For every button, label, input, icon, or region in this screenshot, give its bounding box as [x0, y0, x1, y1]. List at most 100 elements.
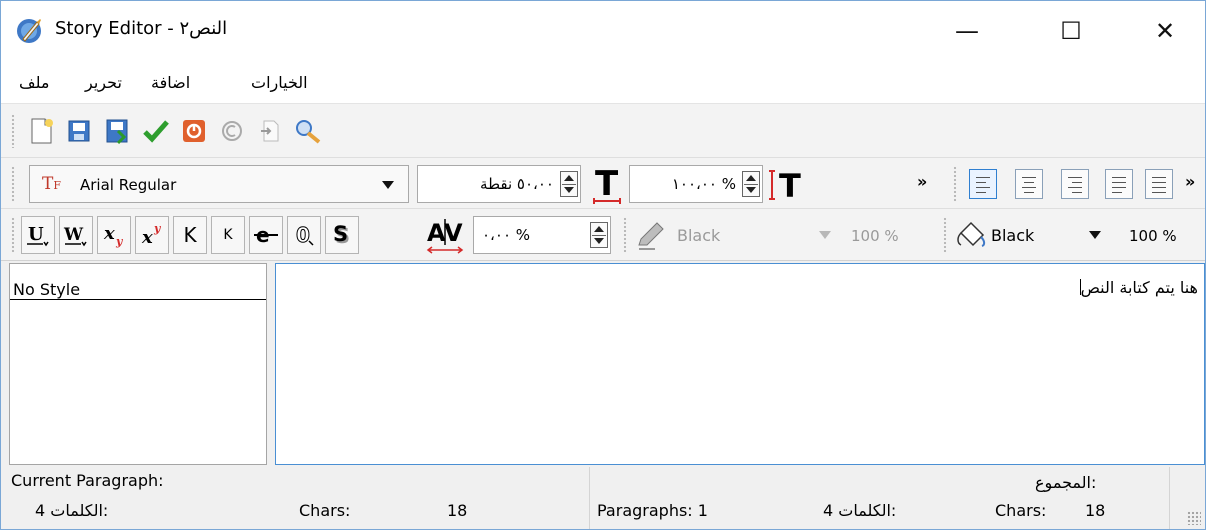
- main-toolbar: [1, 103, 1205, 157]
- story-editor-window: Story Editor - النص٢ — ☐ ✕ ملف تحرير اضا…: [0, 0, 1206, 530]
- tracking-spinner[interactable]: [590, 222, 608, 248]
- status-bar: Current Paragraph: 4 الكلمات: Chars: 18 …: [1, 467, 1205, 529]
- total-words-count: 4 الكلمات:: [823, 501, 897, 520]
- toolbar-overflow-button[interactable]: »: [917, 172, 927, 191]
- stroke-opacity-value[interactable]: 100 %: [1129, 227, 1177, 245]
- align-left-button[interactable]: [969, 169, 997, 199]
- vertical-scale-icon: T: [769, 167, 801, 205]
- font-type-icon: TF: [42, 174, 61, 194]
- save-icon[interactable]: [101, 114, 135, 148]
- horizontal-scale-value: ١٠٠،٠٠ %: [671, 175, 736, 193]
- fill-color-select[interactable]: Black: [635, 216, 845, 254]
- status-divider: [1169, 467, 1170, 529]
- style-list-panel[interactable]: No Style: [9, 263, 267, 465]
- total-paragraphs: Paragraphs: 1: [597, 501, 708, 520]
- toolbar-grip[interactable]: [11, 114, 15, 148]
- menu-options[interactable]: الخيارات: [251, 73, 308, 92]
- underline-button[interactable]: U: [21, 216, 55, 254]
- svg-text:S: S: [333, 222, 348, 246]
- svg-text:x: x: [103, 223, 115, 244]
- toolbar-grip[interactable]: [953, 166, 957, 202]
- current-chars-label: Chars:: [299, 501, 351, 520]
- total-label: المجموع:: [1035, 473, 1097, 492]
- current-words-count: 4 الكلمات:: [35, 501, 109, 520]
- shadow-button[interactable]: SS: [325, 216, 359, 254]
- align-full-justify-button[interactable]: [1145, 169, 1173, 199]
- font-size-value: ٥٠،٠٠ نقطة: [480, 175, 554, 193]
- align-right-button[interactable]: [1061, 169, 1089, 199]
- menu-edit[interactable]: تحرير: [85, 73, 122, 92]
- chevron-down-icon: [382, 181, 394, 189]
- story-text: هنا يتم كتابة النص: [1080, 278, 1198, 297]
- strikethrough-button[interactable]: e: [249, 216, 283, 254]
- paint-bucket-icon: [957, 221, 986, 247]
- all-caps-icon[interactable]: K: [173, 216, 207, 254]
- app-icon: [17, 19, 41, 43]
- character-toolbar: U W xy xy K K e 0 SS AV ٠،٠٠ % Black 100…: [1, 209, 1205, 261]
- resize-grip-icon[interactable]: [1187, 511, 1201, 525]
- style-list-item[interactable]: No Style: [13, 280, 80, 299]
- font-toolbar: TF Arial Regular ٥٠،٠٠ نقطة T ١٠٠،٠٠ % T…: [1, 157, 1205, 209]
- outline-button[interactable]: 0: [287, 216, 321, 254]
- font-size-field[interactable]: ٥٠،٠٠ نقطة: [417, 165, 581, 203]
- total-chars-label: Chars:: [995, 501, 1047, 520]
- menu-file[interactable]: ملف: [19, 73, 49, 92]
- toolbar-grip[interactable]: [11, 217, 15, 253]
- tracking-field[interactable]: ٠،٠٠ %: [473, 216, 611, 254]
- style-list-divider: [10, 299, 266, 300]
- title-bar: Story Editor - النص٢ — ☐ ✕: [1, 1, 1205, 61]
- insert-icon[interactable]: [253, 114, 287, 148]
- svg-text:x: x: [141, 227, 153, 248]
- svg-text:T: T: [595, 165, 619, 204]
- toolbar-grip[interactable]: [623, 217, 627, 253]
- story-text-content[interactable]: هنا يتم كتابة النص: [1079, 278, 1198, 297]
- svg-text:T: T: [779, 167, 801, 205]
- font-size-spinner[interactable]: [560, 171, 578, 197]
- font-family-value: Arial Regular: [80, 176, 177, 194]
- maximize-button[interactable]: ☐: [1051, 13, 1091, 49]
- total-chars-value: 18: [1085, 501, 1106, 520]
- fill-color-value: Black: [677, 225, 721, 245]
- stroke-color-select[interactable]: Black: [955, 216, 1113, 254]
- window-title: Story Editor - النص٢: [55, 18, 228, 39]
- svg-text:y: y: [153, 222, 162, 235]
- stroke-color-value: Black: [991, 225, 1035, 245]
- word-underline-button[interactable]: W: [59, 216, 93, 254]
- menu-insert[interactable]: اضافة: [151, 73, 190, 92]
- pen-icon: [638, 222, 664, 250]
- find-replace-icon[interactable]: [291, 114, 325, 148]
- svg-text:0: 0: [296, 223, 310, 247]
- font-size-icon: T: [593, 165, 621, 204]
- superscript-button[interactable]: xy: [135, 216, 169, 254]
- font-family-select[interactable]: TF Arial Regular: [29, 165, 409, 203]
- chevron-down-icon: [819, 231, 831, 239]
- menu-bar: ملف تحرير اضافة الخيارات: [1, 61, 1205, 103]
- align-center-button[interactable]: [1015, 169, 1043, 199]
- svg-text:y: y: [115, 235, 124, 248]
- open-icon[interactable]: [63, 114, 97, 148]
- copyright-icon[interactable]: [215, 114, 249, 148]
- svg-text:W: W: [63, 225, 84, 245]
- new-document-icon[interactable]: [25, 114, 59, 148]
- current-chars-value: 18: [447, 501, 468, 520]
- horizontal-scale-spinner[interactable]: [742, 171, 760, 197]
- current-paragraph-label: Current Paragraph:: [11, 471, 164, 490]
- minimize-button[interactable]: —: [947, 13, 987, 49]
- tracking-value: ٠،٠٠ %: [482, 226, 531, 244]
- toolbar-grip[interactable]: [943, 217, 947, 253]
- toolbar-overflow-button[interactable]: »: [1185, 172, 1195, 191]
- svg-text:U: U: [28, 224, 44, 245]
- toolbar-grip[interactable]: [11, 166, 15, 202]
- chevron-down-icon: [1089, 231, 1101, 239]
- tracking-icon: AV: [426, 219, 464, 254]
- stop-icon[interactable]: [177, 114, 211, 148]
- subscript-button[interactable]: xy: [97, 216, 131, 254]
- story-text-area[interactable]: هنا يتم كتابة النص: [275, 263, 1205, 465]
- small-caps-icon[interactable]: K: [211, 216, 245, 254]
- close-button[interactable]: ✕: [1145, 13, 1185, 49]
- align-justify-button[interactable]: [1105, 169, 1133, 199]
- horizontal-scale-field[interactable]: ١٠٠،٠٠ %: [629, 165, 763, 203]
- check-icon[interactable]: [139, 114, 173, 148]
- fill-opacity-value[interactable]: 100 %: [851, 227, 899, 245]
- status-divider: [589, 467, 590, 529]
